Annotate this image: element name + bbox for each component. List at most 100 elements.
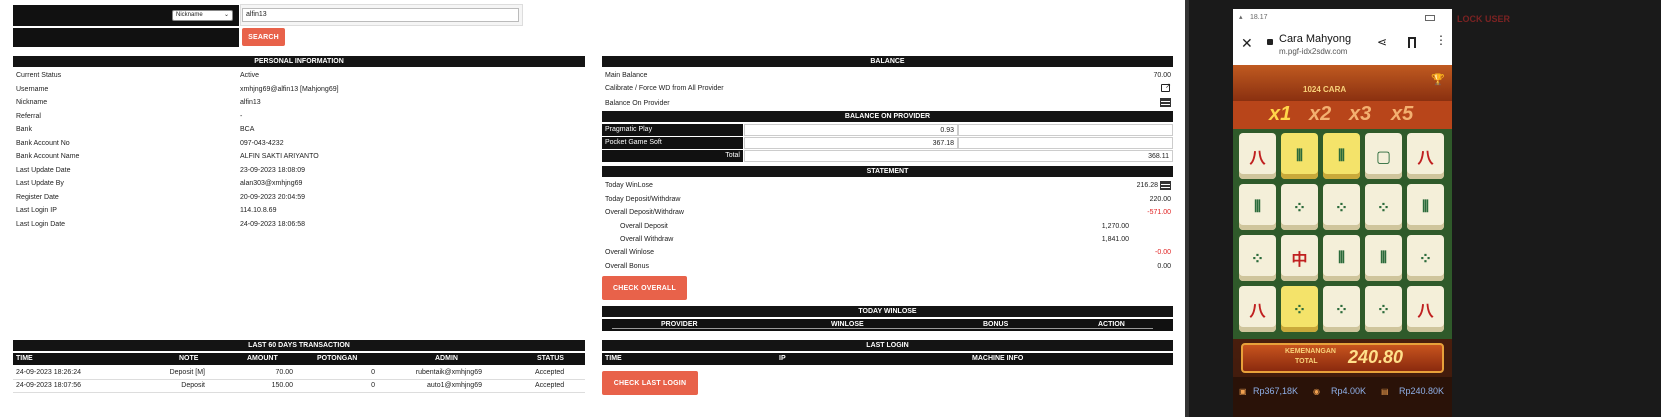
personal-info-label: Last Update By (16, 180, 64, 187)
statement-header: STATEMENT (602, 166, 1173, 177)
mahjong-tile: ⦀ (1323, 133, 1360, 179)
personal-info-value: 23-09-2023 18:08:09 (240, 166, 305, 174)
signal-icon: ▴ (1239, 14, 1243, 21)
column-header: MACHINE INFO (972, 355, 1024, 362)
footer-win: Rp240.80K (1399, 386, 1445, 396)
main-balance-value: 70.00 (1153, 72, 1171, 79)
overall-withdraw-label: Overall Withdraw (620, 236, 674, 243)
search-type-select[interactable]: Nickname ⌄ (172, 10, 233, 21)
column-header: IP (779, 355, 786, 362)
close-icon[interactable]: ✕ (1241, 35, 1253, 52)
today-winlose-label: Today WinLose (605, 182, 653, 189)
provider-value-cell: 0.93 (744, 124, 958, 136)
today-dw-value: 220.00 (1149, 196, 1171, 203)
personal-info-value: 20-09-2023 20:04:59 (240, 193, 305, 201)
overall-dw-label: Overall Deposit/Withdraw (605, 209, 684, 216)
personal-info-label: Last Login IP (16, 207, 57, 214)
table-row (13, 380, 585, 393)
total-value: 368.11 (1148, 153, 1169, 160)
column-header: PROVIDER (661, 321, 698, 328)
multiplier-bar: x1 x2 x3 x5 (1233, 101, 1452, 129)
table-cell: Deposit [M] (169, 369, 205, 376)
battery-icon (1425, 15, 1435, 21)
table-cell: Accepted (535, 382, 565, 389)
provider-value-cell: 367.18 (744, 137, 958, 149)
column-header: NOTE (179, 355, 199, 362)
table-cell: 150.00 (271, 382, 293, 389)
multiplier: x2 (1309, 103, 1332, 125)
mahjong-tile: ⁘ (1365, 184, 1402, 230)
column-header: AMOUNT (247, 355, 278, 362)
trophy-icon[interactable]: 🏆 (1431, 73, 1445, 86)
provider-name: Pocket Game Soft (605, 139, 662, 146)
personal-info-label: Bank Account No (16, 139, 70, 147)
table-cell: Accepted (535, 369, 565, 376)
bookmark-icon[interactable] (1408, 37, 1416, 48)
overall-bonus-label: Overall Bonus (605, 263, 649, 270)
personal-info-label: Bank (16, 126, 32, 133)
personal-info-label: Nickname (16, 99, 48, 106)
background-label: LOCK USER (1457, 14, 1511, 24)
mahjong-tile: 八 (1239, 286, 1276, 332)
game-banner: 1024 CARA 🏆 (1233, 65, 1452, 101)
browser-page-title: Cara Mahyong (1279, 33, 1352, 45)
search-input-value: alfin13 (246, 11, 267, 18)
search-input[interactable]: alfin13 (242, 8, 519, 22)
mahjong-tile: ▢ (1365, 133, 1402, 179)
footer-bet: Rp4.00K (1331, 386, 1367, 396)
external-link-icon[interactable]: ↗ (1161, 83, 1171, 92)
check-overall-button[interactable]: CHECK OVERALL (602, 276, 687, 300)
phone-screenshot: 18.17 ▴ ✕ Cara Mahyong m.pgf-idx2sdw.com… (1233, 9, 1452, 417)
provider-name-cell: Pragmatic Play (602, 124, 743, 136)
personal-info-label: Register Date (16, 193, 59, 201)
overall-bonus-value: 0.00 (1157, 263, 1171, 270)
column-header: BONUS (983, 321, 1009, 328)
mahjong-tile: ⁘ (1407, 235, 1444, 281)
game-footer: ▣ Rp367,18K ◉ Rp4.00K ▤ Rp240.80K (1233, 377, 1452, 417)
overall-deposit-label: Overall Deposit (620, 223, 668, 230)
mahjong-tile: ⁘ (1281, 184, 1318, 230)
balance-on-provider-header: BALANCE ON PROVIDER (602, 111, 1173, 122)
mahjong-tile: ⁘ (1323, 184, 1360, 230)
main-balance-label: Main Balance (605, 72, 648, 79)
transactions-header: LAST 60 DAYS TRANSACTION (13, 340, 585, 351)
provider-name-cell: Pocket Game Soft (602, 137, 743, 149)
personal-info-label: Referral (16, 112, 41, 120)
personal-info-value: xmhjng69@alfin13 [Mahjong69] (240, 85, 339, 93)
overall-winlose-label: Overall Winlose (605, 249, 655, 256)
total-label: Total (725, 152, 740, 159)
mahjong-tile: 八 (1407, 286, 1444, 332)
list-icon[interactable] (1160, 181, 1171, 190)
personal-info-label: Last Login Date (16, 220, 66, 228)
personal-info-value: - (240, 112, 243, 120)
mahjong-tile: ⦀ (1365, 235, 1402, 281)
personal-info-label: Username (16, 85, 49, 93)
search-button[interactable]: SEARCH (242, 28, 285, 46)
transactions-columns: TIME NOTE AMOUNT POTONGAN ADMIN STATUS (13, 353, 585, 365)
more-options-icon[interactable]: ⋮ (1435, 33, 1447, 47)
mahjong-tile: ⦀ (1281, 133, 1318, 179)
win-label-top: KEMENANGAN (1285, 348, 1336, 355)
win-icon: ▤ (1381, 387, 1389, 396)
overall-dw-value: -571.00 (1147, 209, 1171, 216)
list-icon[interactable] (1160, 98, 1171, 107)
wallet-icon: ▣ (1239, 387, 1247, 396)
provider-value: 0.93 (940, 127, 954, 134)
personal-info-label: Bank Account Name (16, 153, 80, 160)
table-cell: rubentaik@xmhjng69 (415, 369, 482, 376)
overall-deposit-value: 1,270.00 (1101, 223, 1129, 230)
personal-info-value: Active (240, 72, 260, 79)
lock-icon (1267, 39, 1273, 45)
table-cell: 24-09-2023 18:07:56 (16, 382, 81, 389)
last-login-header: LAST LOGIN (602, 340, 1173, 351)
balance-header: BALANCE (602, 56, 1173, 67)
share-icon[interactable]: ⋖ (1377, 35, 1387, 49)
game-area: 1024 CARA 🏆 x1 x2 x3 x5 八 ⦀ ⦀ ▢ 八 ⦀ ⁘ ⁘ ⁘ ⦀ ⁘ 中 ⦀ ⦀ ⁘ 八… (1233, 65, 1452, 417)
provider-extra-cell (958, 124, 1173, 136)
win-panel: KEMENANGAN TOTAL 240.80 (1241, 343, 1444, 373)
check-last-login-button[interactable]: CHECK LAST LOGIN (602, 371, 698, 395)
footer-balance: Rp367,18K (1253, 386, 1299, 396)
today-winlose-header: TODAY WINLOSE (602, 306, 1173, 317)
status-bar: 18.17 ▴ (1233, 9, 1452, 29)
column-header: STATUS (537, 355, 564, 362)
